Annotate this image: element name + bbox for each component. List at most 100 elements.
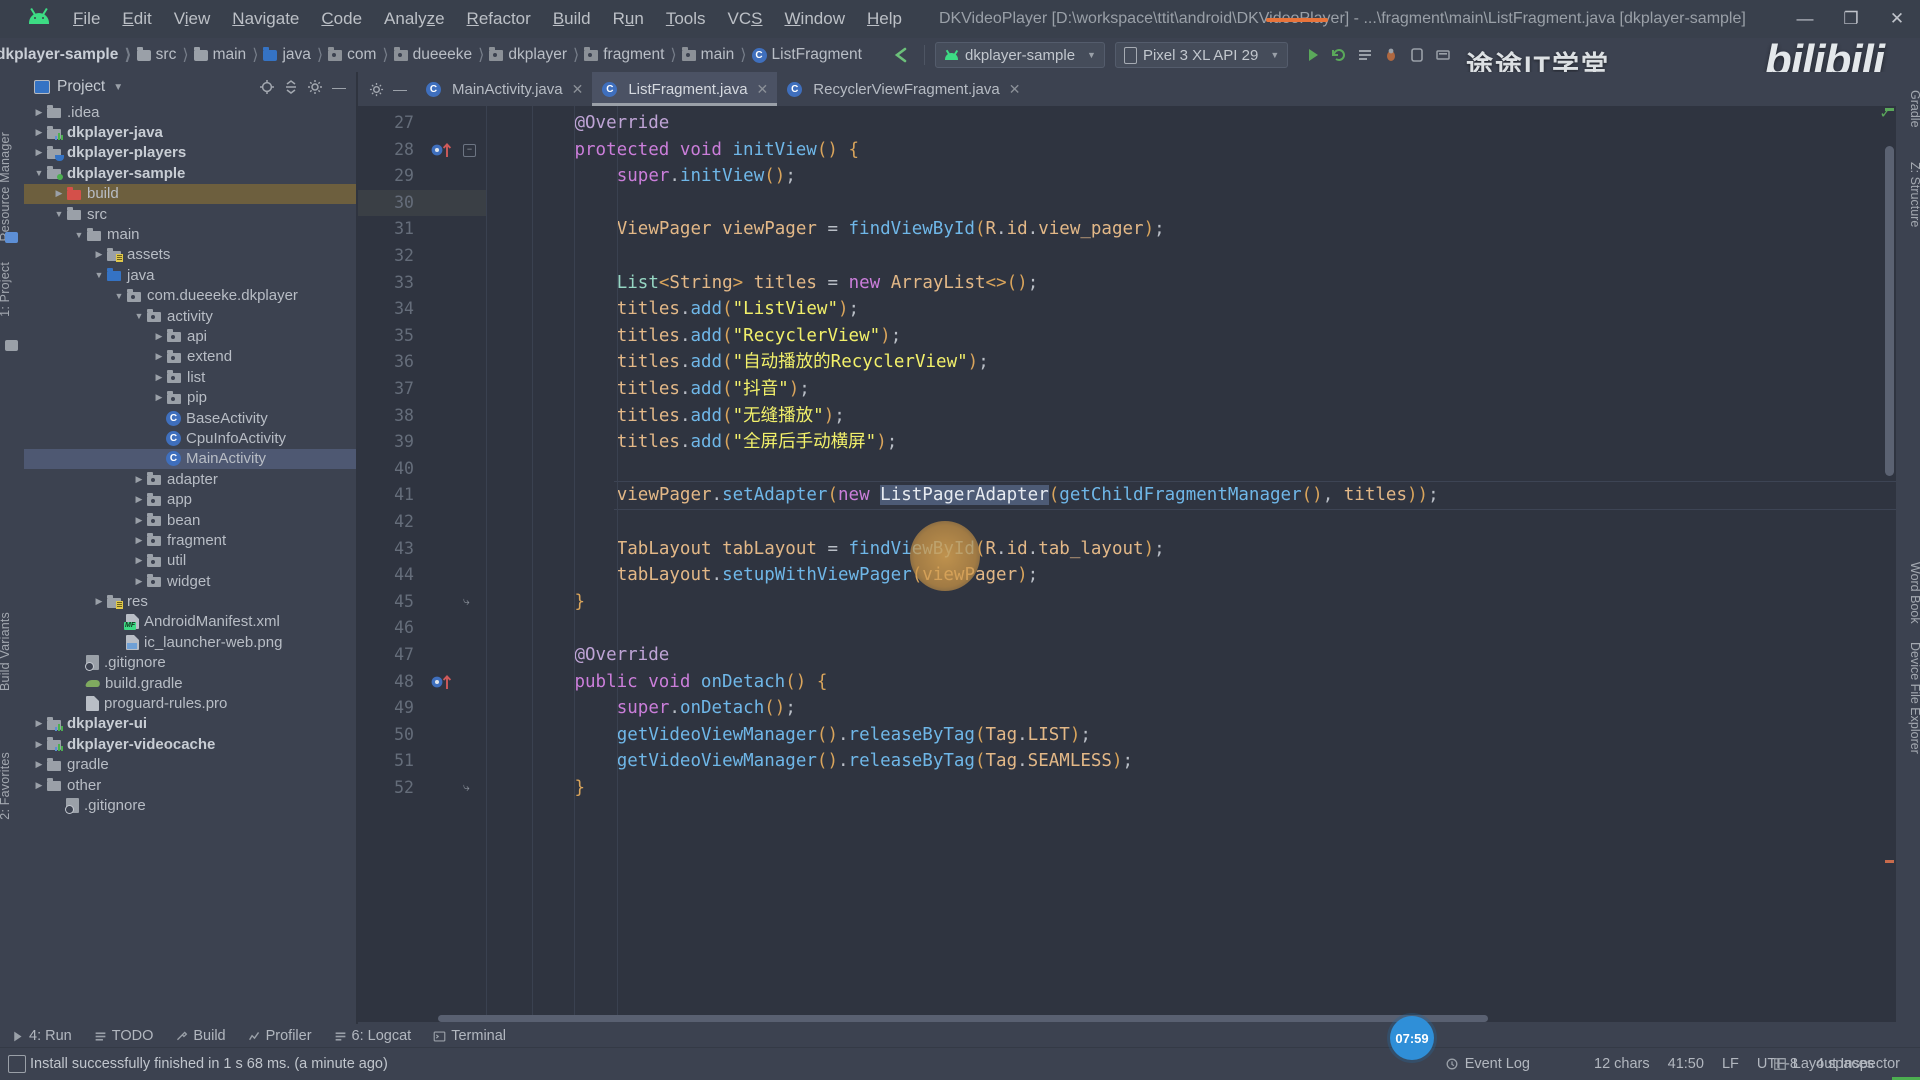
code-line[interactable]: super.initView(); <box>617 163 796 190</box>
line-number[interactable]: 41 <box>384 485 414 504</box>
breadcrumb-item-dueeeke[interactable]: dueeeke ⟩ <box>393 45 490 65</box>
tree-node-mainactivity[interactable]: C MainActivity <box>24 448 356 470</box>
tree-node-dkplayer-players[interactable]: ▶ dkplayer-players <box>24 143 356 163</box>
chevron-right-icon[interactable]: ▶ <box>152 351 166 362</box>
debug-icon[interactable] <box>1378 42 1404 68</box>
rail-build-variants[interactable]: Build Variants <box>0 612 12 691</box>
tree-node-main[interactable]: ▼ main <box>24 224 356 244</box>
line-number[interactable]: 34 <box>384 299 414 318</box>
fold-end-icon[interactable]: ⤷ <box>463 594 470 609</box>
chevron-right-icon[interactable]: ▶ <box>52 188 66 199</box>
code-line[interactable]: ViewPager viewPager = findViewById(R.id.… <box>617 216 1165 243</box>
tree-node-app[interactable]: ▶ app <box>24 489 356 509</box>
chevron-down-icon[interactable]: ▼ <box>32 168 46 178</box>
menu-edit[interactable]: Edit <box>111 5 162 33</box>
tree-node-gradle[interactable]: ▶ gradle <box>24 755 356 775</box>
tree-node-assets[interactable]: ▶ assets <box>24 245 356 265</box>
menu-window[interactable]: Window <box>774 5 856 33</box>
menu-file[interactable]: File <box>62 5 111 33</box>
code-line[interactable]: viewPager.setAdapter(new ListPagerAdapte… <box>617 482 1439 509</box>
line-number[interactable]: 51 <box>384 751 414 770</box>
rail-resource-manager[interactable]: Resource Manager <box>0 132 12 242</box>
chevron-right-icon[interactable]: ▶ <box>92 249 106 260</box>
chevron-down-icon[interactable]: ▼ <box>92 270 106 280</box>
tree-node-adapter[interactable]: ▶ adapter <box>24 469 356 489</box>
menu-run[interactable]: Run <box>602 5 655 33</box>
tree-node-proguard-rules-pro[interactable]: proguard-rules.pro <box>24 693 356 713</box>
status-bar[interactable]: Install successfully finished in 1 s 68 … <box>0 1047 1920 1080</box>
breadcrumb-item-main[interactable]: main ⟩ <box>193 45 264 65</box>
navigation-bar[interactable]: dkplayer-sample ⟩ src ⟩ main ⟩ java ⟩ com ⟩ d… <box>0 38 1920 72</box>
code-line[interactable]: @Override <box>574 642 669 669</box>
editor-horizontal-scrollbar[interactable] <box>438 1015 1488 1022</box>
code-line[interactable]: TabLayout tabLayout = findViewById(R.id.… <box>617 536 1165 563</box>
code-line[interactable]: titles.add("全屏后手动横屏"); <box>617 429 898 456</box>
line-number[interactable]: 27 <box>384 113 414 132</box>
chevron-right-icon[interactable]: ▶ <box>132 515 146 526</box>
menu-refactor[interactable]: Refactor <box>456 5 542 33</box>
editor-area[interactable]: — C MainActivity.java ✕ C ListFragment.j… <box>358 72 1896 1048</box>
tree-node-build-gradle[interactable]: build.gradle <box>24 673 356 693</box>
line-number[interactable]: 31 <box>384 219 414 238</box>
tree-node-dkplayer-videocache[interactable]: ▶ dkplayer-videocache <box>24 734 356 754</box>
editor-vertical-scrollbar[interactable] <box>1885 146 1894 476</box>
tree-node-other[interactable]: ▶ other <box>24 775 356 795</box>
tree-node-bean[interactable]: ▶ bean <box>24 510 356 530</box>
rail-gradle[interactable]: Gradle <box>1908 90 1920 128</box>
breadcrumb-item-src[interactable]: src ⟩ <box>136 45 194 65</box>
line-number[interactable]: 47 <box>384 645 414 664</box>
tool-terminal[interactable]: Terminal <box>422 1028 517 1044</box>
breadcrumb-item-fragment[interactable]: fragment ⟩ <box>584 45 681 65</box>
project-panel-header[interactable]: Project ▼ — <box>24 72 356 102</box>
code-line[interactable]: super.onDetach(); <box>617 695 796 722</box>
tree-node-cpuinfoactivity[interactable]: C CpuInfoActivity <box>24 428 356 448</box>
menu-help[interactable]: Help <box>856 5 913 33</box>
menu-analyze[interactable]: Analyze <box>373 5 456 33</box>
tree-node-ic-launcher-web-png[interactable]: ic_launcher-web.png <box>24 632 356 652</box>
project-tree[interactable]: ▶ .idea ▶ dkplayer-java ▶ dkplayer-players ▼ dk… <box>24 102 356 1048</box>
status-position[interactable]: 41:50 <box>1668 1056 1704 1072</box>
logcat-icon[interactable] <box>1352 42 1378 68</box>
chevron-down-icon[interactable]: ▼ <box>132 311 146 321</box>
line-number[interactable]: 37 <box>384 379 414 398</box>
rerun-icon[interactable] <box>1326 42 1352 68</box>
tree-node--idea[interactable]: ▶ .idea <box>24 102 356 122</box>
breadcrumb-item-module[interactable]: dkplayer-sample ⟩ <box>0 45 137 65</box>
status-event-log[interactable]: Event Log <box>1445 1056 1530 1072</box>
line-number[interactable]: 29 <box>384 166 414 185</box>
code-line[interactable]: @Override <box>574 110 669 137</box>
line-number[interactable]: 49 <box>384 698 414 717</box>
tree-node-api[interactable]: ▶ api <box>24 326 356 346</box>
line-number[interactable]: 50 <box>384 725 414 744</box>
menu-vcs[interactable]: VCS <box>717 5 774 33</box>
chevron-right-icon[interactable]: ▶ <box>132 576 146 587</box>
chevron-right-icon[interactable]: ▶ <box>152 392 166 403</box>
tree-node-widget[interactable]: ▶ widget <box>24 571 356 591</box>
override-method-gutter-icon[interactable] <box>430 673 456 694</box>
editor-tab-bar[interactable]: — C MainActivity.java ✕ C ListFragment.j… <box>358 72 1896 106</box>
tree-node-dkplayer-ui[interactable]: ▶ dkplayer-ui <box>24 714 356 734</box>
line-number[interactable]: 33 <box>384 273 414 292</box>
tab-recyclerviewfragment[interactable]: C RecyclerViewFragment.java ✕ <box>777 72 1029 106</box>
breadcrumb-item-java[interactable]: java ⟩ <box>263 45 328 65</box>
line-number[interactable]: 35 <box>384 326 414 345</box>
tree-node-list[interactable]: ▶ list <box>24 367 356 387</box>
breadcrumb[interactable]: dkplayer-sample ⟩ src ⟩ main ⟩ java ⟩ com ⟩ d… <box>0 45 862 65</box>
tab-listfragment[interactable]: C ListFragment.java ✕ <box>592 72 778 106</box>
tab-mainactivity[interactable]: C MainActivity.java ✕ <box>416 72 592 106</box>
line-number[interactable]: 30 <box>384 193 414 212</box>
line-number[interactable]: 28 <box>384 140 414 159</box>
chevron-right-icon[interactable]: ▶ <box>132 474 146 485</box>
status-line-ending[interactable]: LF <box>1722 1056 1739 1072</box>
chevron-right-icon[interactable]: ▶ <box>152 331 166 342</box>
chevron-right-icon[interactable]: ▶ <box>92 596 106 607</box>
line-number[interactable]: 36 <box>384 352 414 371</box>
chevron-right-icon[interactable]: ▶ <box>152 372 166 383</box>
menu-build[interactable]: Build <box>542 5 602 33</box>
tool-run[interactable]: 4: Run <box>0 1028 83 1044</box>
tree-node-java[interactable]: ▼ java <box>24 265 356 285</box>
tree-node-extend[interactable]: ▶ extend <box>24 347 356 367</box>
line-number[interactable]: 48 <box>384 672 414 691</box>
tree-node-util[interactable]: ▶ util <box>24 551 356 571</box>
line-number[interactable]: 39 <box>384 432 414 451</box>
